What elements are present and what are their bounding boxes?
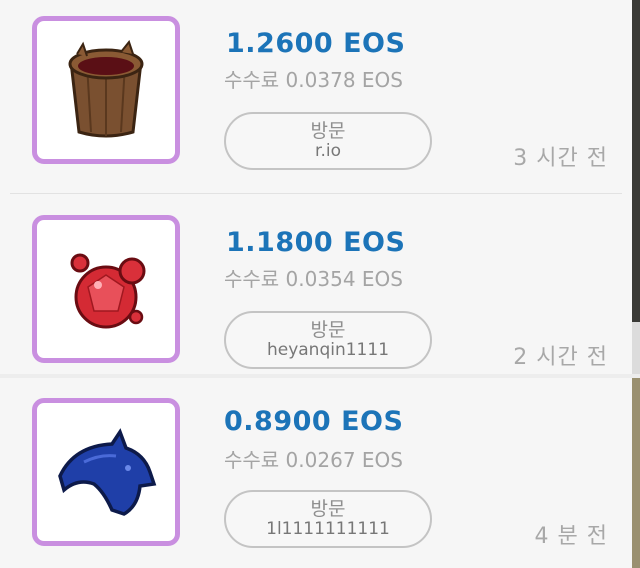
sales-list-page: 1.2600 EOS 수수료 0.0378 EOS 방문 r.io 3 시간 전	[0, 0, 640, 568]
seller-name: heyanqin1111	[266, 339, 390, 360]
time-ago: 4 분 전	[534, 524, 608, 549]
item-fee: 수수료 0.0354 EOS	[224, 267, 403, 291]
item-fee: 수수료 0.0378 EOS	[224, 68, 403, 92]
item-thumbnail[interactable]	[32, 16, 180, 164]
sale-item[interactable]: 1.1800 EOS 수수료 0.0354 EOS 방문 heyanqin111…	[10, 207, 622, 374]
item-price: 0.8900 EOS	[224, 406, 404, 437]
seller-name: 1l1111111111	[266, 518, 390, 539]
item-price: 1.2600 EOS	[226, 28, 406, 59]
seller-name: r.io	[315, 140, 341, 161]
wooden-bucket-icon	[68, 40, 144, 138]
sale-item[interactable]: 0.8900 EOS 수수료 0.0267 EOS 방문 1l111111111…	[10, 394, 622, 568]
sales-list-panel-bottom: 0.8900 EOS 수수료 0.0267 EOS 방문 1l111111111…	[0, 378, 632, 568]
time-ago: 3 시간 전	[513, 146, 608, 171]
item-price: 1.1800 EOS	[226, 227, 406, 258]
time-ago: 2 시간 전	[513, 345, 608, 370]
blue-helmet-icon	[58, 428, 157, 516]
item-thumbnail[interactable]	[32, 398, 180, 546]
red-gem-icon	[70, 253, 146, 329]
visit-button[interactable]: 방문 r.io	[224, 112, 432, 170]
item-fee: 수수료 0.0267 EOS	[224, 448, 403, 472]
panel-edge	[632, 0, 640, 322]
sales-list-panel-top: 1.2600 EOS 수수료 0.0378 EOS 방문 r.io 3 시간 전	[0, 0, 632, 374]
panel-edge	[632, 378, 640, 568]
visit-button-label: 방문	[310, 318, 346, 341]
visit-button[interactable]: 방문 1l1111111111	[224, 490, 432, 548]
visit-button-label: 방문	[310, 497, 346, 520]
panel-edge	[632, 322, 640, 374]
item-thumbnail[interactable]	[32, 215, 180, 363]
item-divider	[10, 193, 622, 194]
sale-item[interactable]: 1.2600 EOS 수수료 0.0378 EOS 방문 r.io 3 시간 전	[10, 8, 622, 188]
visit-button[interactable]: 방문 heyanqin1111	[224, 311, 432, 369]
visit-button-label: 방문	[310, 119, 346, 142]
